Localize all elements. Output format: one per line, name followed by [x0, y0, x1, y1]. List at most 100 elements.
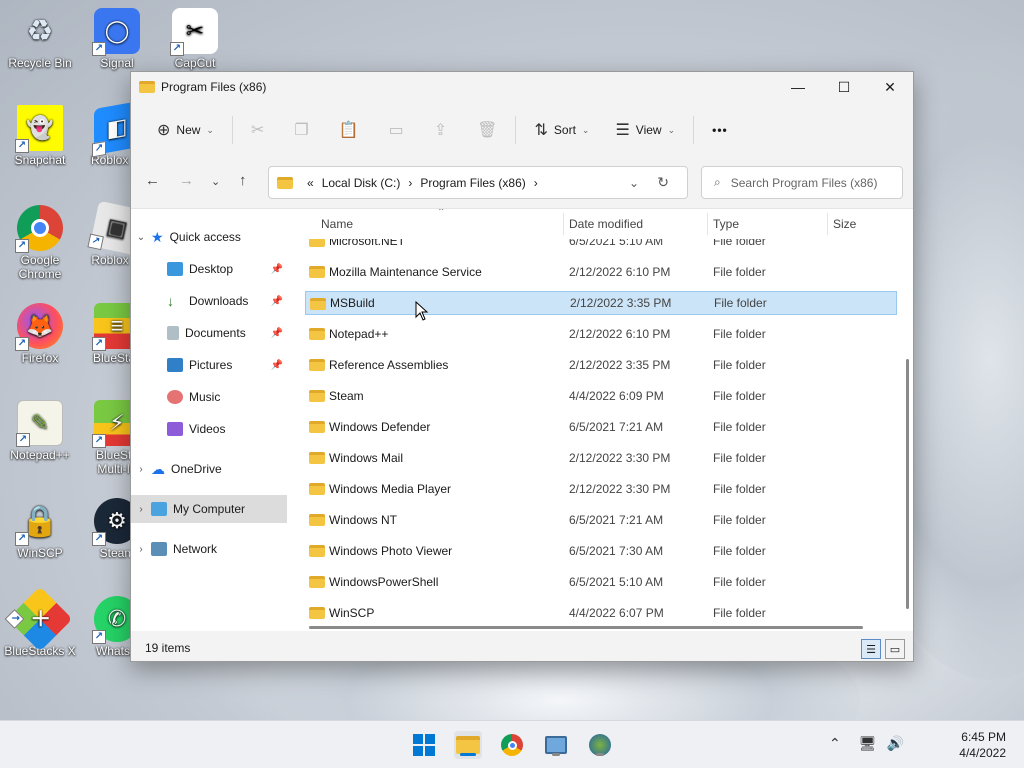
- cut-button[interactable]: ✂: [243, 114, 272, 146]
- more-options-button[interactable]: •••: [704, 114, 736, 146]
- nav-item-desktop[interactable]: Desktop 📌: [131, 255, 287, 283]
- nav-quick-access[interactable]: ⌄ ★ Quick access: [131, 223, 287, 251]
- address-bar[interactable]: « Local Disk (C:) › Program Files (x86) …: [268, 166, 688, 199]
- table-row[interactable]: WindowsPowerShell 6/5/2021 5:10 AM File fo…: [305, 570, 897, 594]
- minimize-button[interactable]: —: [775, 72, 821, 102]
- desktop-icon-recycle-bin[interactable]: ♻ Recycle Bin: [0, 8, 80, 71]
- paste-button[interactable]: 📋: [331, 114, 367, 146]
- navigation-row: ← → ⌄ ↑ « Local Disk (C:) › Program File…: [131, 164, 913, 200]
- taskbar-download-manager[interactable]: [586, 731, 614, 759]
- taskbar-app[interactable]: [542, 731, 570, 759]
- column-headers: Name ⌃ Date modified Type Size: [291, 209, 899, 239]
- file-date: 2/12/2022 3:35 PM: [569, 358, 671, 372]
- breadcrumb-program-files[interactable]: Program Files (x86): [420, 176, 525, 190]
- taskbar: ⌃ 🖥 🔊 6:45 PM 4/4/2022: [0, 720, 1024, 768]
- table-row[interactable]: Windows Media Player 2/12/2022 3:30 PM Fil…: [305, 477, 897, 501]
- new-button[interactable]: ⊕ New ⌄: [149, 114, 222, 146]
- delete-button[interactable]: 🗑: [469, 114, 505, 146]
- refresh-icon[interactable]: ↻: [657, 174, 669, 191]
- sort-button[interactable]: ⇅ Sort ⌄: [526, 114, 597, 146]
- column-header-name[interactable]: Name: [321, 217, 353, 231]
- desktop-icon-notepadpp[interactable]: ✎ ↗ Notepad++: [0, 400, 80, 462]
- file-date: 6/5/2021 7:21 AM: [569, 513, 664, 527]
- rename-button[interactable]: ▭: [381, 114, 412, 146]
- file-type: File folder: [713, 420, 766, 434]
- table-row[interactable]: Windows Defender 6/5/2021 7:21 AM File fol…: [305, 415, 897, 439]
- table-row[interactable]: Windows Photo Viewer 6/5/2021 7:30 AM File…: [305, 539, 897, 563]
- forward-button[interactable]: →: [179, 172, 194, 189]
- nav-item-downloads[interactable]: ↓ Downloads 📌: [131, 287, 287, 315]
- clock[interactable]: 6:45 PM 4/4/2022: [959, 729, 1006, 761]
- table-row[interactable]: Reference Assemblies 2/12/2022 3:35 PM Fil…: [305, 353, 897, 377]
- vertical-scrollbar[interactable]: [906, 359, 909, 609]
- item-count: 19 items: [145, 641, 191, 655]
- system-tray: ⌃ 🖥 🔊: [829, 735, 904, 752]
- close-button[interactable]: ✕: [867, 72, 913, 102]
- nav-item-videos[interactable]: Videos: [131, 415, 287, 443]
- start-button[interactable]: [410, 731, 438, 759]
- details-view-button[interactable]: ☰: [861, 639, 881, 659]
- table-row[interactable]: MSBuild 2/12/2022 3:35 PM File folder: [305, 291, 897, 315]
- breadcrumb-local-disk[interactable]: Local Disk (C:): [322, 176, 401, 190]
- table-row[interactable]: WinSCP 4/4/2022 6:07 PM File folder: [305, 601, 897, 625]
- view-button[interactable]: ☰ View ⌄: [607, 114, 683, 146]
- back-button[interactable]: ←: [145, 172, 160, 189]
- nav-network[interactable]: › Network: [131, 535, 287, 563]
- address-dropdown-icon[interactable]: ⌄: [629, 176, 639, 190]
- search-icon: ⌕: [714, 175, 721, 189]
- tray-overflow-chevron-icon[interactable]: ⌃: [829, 735, 841, 752]
- table-row[interactable]: Windows NT 6/5/2021 7:21 AM File folder: [305, 508, 897, 532]
- recent-locations-button[interactable]: ⌄: [211, 175, 220, 188]
- network-status-icon[interactable]: 🖥: [859, 735, 877, 752]
- table-row[interactable]: Steam 4/4/2022 6:09 PM File folder: [305, 384, 897, 408]
- breadcrumb-overflow[interactable]: «: [307, 176, 314, 190]
- taskbar-chrome[interactable]: [498, 731, 526, 759]
- nav-my-computer[interactable]: › My Computer: [131, 495, 287, 523]
- copy-button[interactable]: ❐: [286, 114, 316, 146]
- file-date: 4/4/2022 6:07 PM: [569, 606, 664, 620]
- nav-item-documents[interactable]: Documents 📌: [131, 319, 287, 347]
- file-date: 2/12/2022 6:10 PM: [569, 265, 671, 279]
- desktop-icon-snapchat[interactable]: 👻 ↗ Snapchat: [0, 105, 80, 167]
- nav-item-music[interactable]: Music: [131, 383, 287, 411]
- table-row[interactable]: Windows Mail 2/12/2022 3:30 PM File folder: [305, 446, 897, 470]
- column-divider[interactable]: [563, 213, 564, 235]
- divider: [693, 116, 695, 144]
- tiles-view-button[interactable]: ▭: [885, 639, 905, 659]
- file-date: 6/5/2021 7:30 AM: [569, 544, 664, 558]
- nav-onedrive[interactable]: › ☁ OneDrive: [131, 455, 287, 483]
- file-date: 4/4/2022 6:09 PM: [569, 389, 664, 403]
- column-divider[interactable]: [707, 213, 708, 235]
- chrome-icon: [501, 734, 523, 756]
- folder-icon: [309, 607, 325, 619]
- column-header-type[interactable]: Type: [713, 217, 739, 231]
- taskbar-file-explorer[interactable]: [454, 731, 482, 759]
- desktop-icon-firefox[interactable]: 🦊 ↗ Firefox: [0, 303, 80, 365]
- column-header-size[interactable]: Size: [833, 217, 856, 231]
- details-icon: ☰: [866, 643, 876, 656]
- video-icon: [167, 422, 183, 436]
- volume-icon[interactable]: 🔊: [887, 735, 904, 752]
- desktop-icon: [167, 262, 183, 276]
- desktop-icon-bluestacks-x[interactable]: ✕ ↗ BlueStacks X: [0, 586, 80, 658]
- horizontal-scrollbar[interactable]: [309, 626, 863, 629]
- share-button[interactable]: ⇪: [426, 114, 455, 146]
- folder-icon: [309, 545, 325, 557]
- file-type: File folder: [713, 389, 766, 403]
- desktop-icon-signal[interactable]: ◯ ↗ Signal: [77, 8, 157, 70]
- file-type: File folder: [713, 327, 766, 341]
- column-divider[interactable]: [827, 213, 828, 235]
- search-box[interactable]: ⌕ Search Program Files (x86): [701, 166, 903, 199]
- table-row[interactable]: Mozilla Maintenance Service 2/12/2022 6:1…: [305, 260, 897, 284]
- search-input[interactable]: Search Program Files (x86): [731, 176, 878, 190]
- pin-icon: 📌: [270, 263, 283, 275]
- desktop-icon-winscp[interactable]: 🔒 ↗ WinSCP: [0, 498, 80, 560]
- table-row[interactable]: Notepad++ 2/12/2022 6:10 PM File folder: [305, 322, 897, 346]
- maximize-button[interactable]: ☐: [821, 72, 867, 102]
- nav-item-pictures[interactable]: Pictures 📌: [131, 351, 287, 379]
- column-header-date[interactable]: Date modified: [569, 217, 643, 231]
- chevron-right-icon: ›: [533, 175, 538, 190]
- desktop-icon-chrome[interactable]: ↗ Google Chrome: [0, 205, 80, 281]
- desktop-icon-capcut[interactable]: ✂ ↗ CapCut: [155, 8, 235, 70]
- up-button[interactable]: ↑: [239, 172, 247, 189]
